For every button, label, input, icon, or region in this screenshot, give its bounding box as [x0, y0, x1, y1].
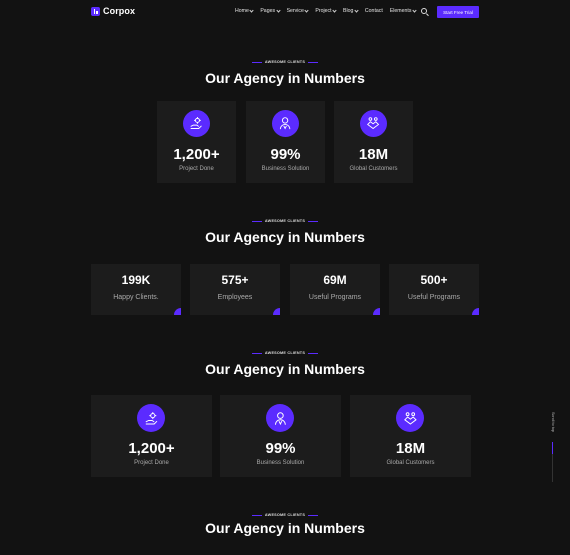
stat-card: 199K Happy Clients. — [91, 264, 181, 315]
nav-project[interactable]: Project — [315, 7, 337, 14]
stat-label: Global Customers — [349, 166, 398, 172]
nav-home[interactable]: Home — [235, 7, 254, 14]
stat-value: 69M — [323, 273, 347, 287]
person-badge-icon — [272, 110, 299, 137]
stat-card: 1,200+ Project Done — [157, 101, 236, 183]
chevron-down-icon — [275, 7, 281, 13]
stat-label: Business Solution — [261, 166, 310, 172]
section-title: Our Agency in Numbers — [205, 229, 365, 245]
section-tag: AWESOME CLIENTS — [251, 60, 319, 64]
stat-card: 99% Business Solution — [220, 395, 341, 477]
stat-label: Useful Programs — [407, 294, 461, 301]
divider — [251, 352, 262, 354]
divider — [308, 61, 319, 63]
stat-value: 1,200+ — [128, 440, 175, 457]
corner-accent — [373, 308, 380, 315]
stat-label: Happy Clients. — [113, 294, 159, 301]
corner-accent — [273, 308, 280, 315]
section-title: Our Agency in Numbers — [205, 361, 365, 377]
scroll-to-top[interactable]: Scroll to top — [549, 412, 557, 482]
stat-card: 18M Global Customers — [334, 101, 413, 183]
stat-label: Employees — [217, 294, 253, 301]
divider — [308, 514, 319, 516]
stat-card: 99% Business Solution — [246, 101, 325, 183]
section-title: Our Agency in Numbers — [205, 520, 365, 536]
stat-value: 1,200+ — [173, 146, 220, 163]
logo[interactable]: Corpox — [91, 6, 135, 16]
stat-label: Project Done — [134, 460, 169, 466]
divider — [251, 514, 262, 516]
scroll-to-top-label: Scroll to top — [551, 412, 555, 433]
section-tag: AWESOME CLIENTS — [251, 351, 319, 355]
logo-text: Corpox — [103, 6, 136, 16]
chevron-down-icon — [354, 7, 359, 13]
stat-value: 99% — [265, 440, 296, 457]
main-nav: Home Pages Service Project Blog Contact … — [235, 7, 417, 14]
scroll-progress — [552, 442, 553, 482]
divider — [308, 220, 319, 222]
stat-label: Useful Programs — [308, 294, 362, 301]
stat-value: 18M — [395, 440, 426, 457]
divider — [251, 61, 262, 63]
stat-card: 69M Useful Programs — [290, 264, 380, 315]
stat-card: 575+ Employees — [190, 264, 280, 315]
person-badge-icon — [266, 404, 294, 432]
handshake-icon — [360, 110, 387, 137]
chevron-down-icon — [304, 7, 309, 13]
site-header: Corpox Home Pages Service Project Blog C… — [0, 0, 570, 24]
nav-service[interactable]: Service — [287, 7, 309, 14]
divider — [308, 352, 319, 354]
stat-value: 500+ — [420, 273, 448, 287]
stat-card: 18M Global Customers — [350, 395, 471, 477]
stat-value: 199K — [121, 273, 151, 287]
stat-label: Project Done — [179, 166, 214, 172]
chevron-down-icon — [332, 7, 337, 13]
stat-value: 575+ — [221, 273, 249, 287]
divider — [251, 220, 262, 222]
stat-label: Global Customers — [386, 460, 435, 466]
chevron-down-icon — [412, 7, 417, 13]
stat-card: 500+ Useful Programs — [389, 264, 479, 315]
stat-value: 99% — [270, 146, 301, 163]
nav-contact[interactable]: Contact — [365, 8, 383, 14]
nav-blog[interactable]: Blog — [343, 7, 359, 14]
handshake-icon — [396, 404, 424, 432]
start-free-trial-button[interactable]: Start Free Trial — [437, 6, 479, 18]
section-tag: AWESOME CLIENTS — [251, 219, 319, 223]
search-icon[interactable] — [421, 8, 427, 14]
chevron-down-icon — [249, 7, 254, 13]
gear-hand-icon — [137, 404, 165, 432]
gear-hand-icon — [183, 110, 210, 137]
stat-card: 1,200+ Project Done — [91, 395, 212, 477]
stat-label: Business Solution — [256, 460, 305, 466]
logo-icon — [91, 6, 100, 16]
corner-accent — [174, 308, 181, 315]
nav-pages[interactable]: Pages — [260, 7, 281, 14]
section-title: Our Agency in Numbers — [205, 70, 365, 86]
corner-accent — [472, 308, 479, 315]
section-tag: AWESOME CLIENTS — [251, 513, 319, 517]
stat-value: 18M — [358, 146, 389, 163]
nav-elements[interactable]: Elements — [390, 7, 417, 14]
